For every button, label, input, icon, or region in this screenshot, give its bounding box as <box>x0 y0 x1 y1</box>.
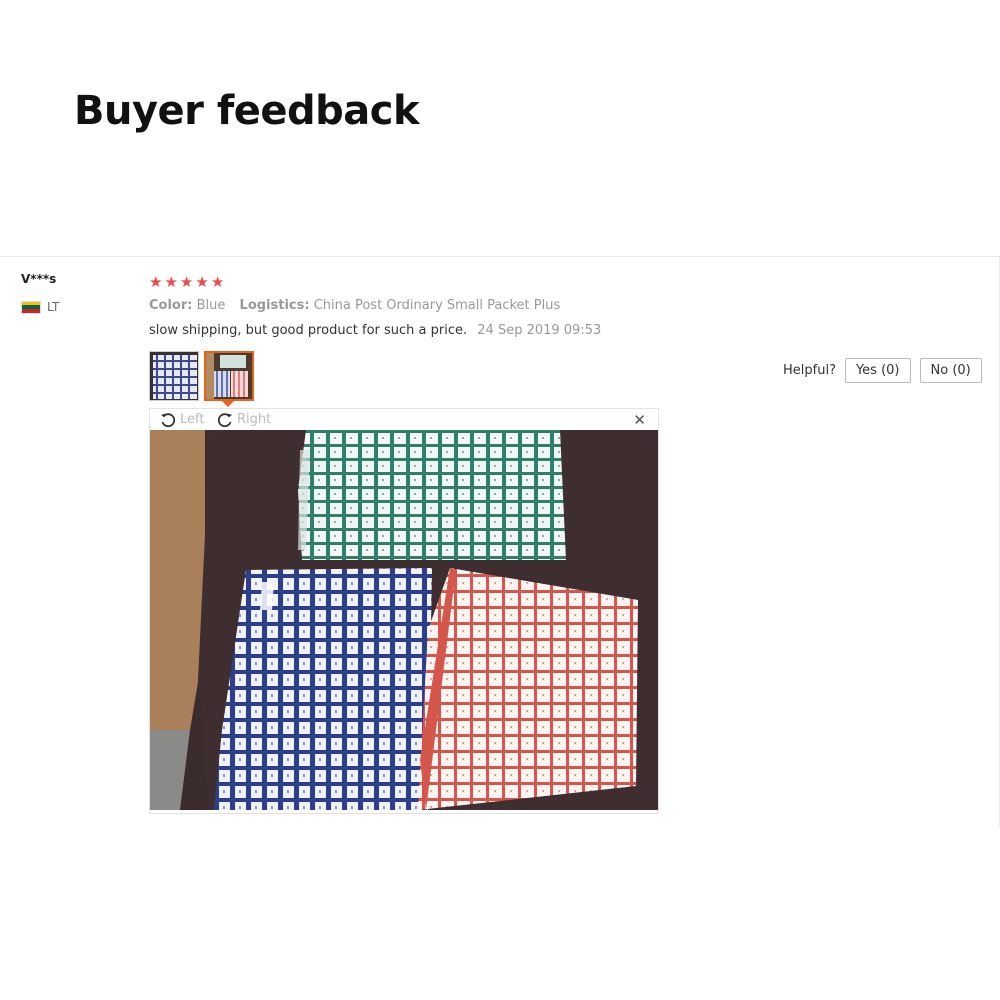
helpful-yes-button[interactable]: Yes (0) <box>844 358 911 383</box>
star-icon: ★ <box>149 273 163 291</box>
buyer-country: LT <box>21 300 59 314</box>
thumbnail-photo-1[interactable] <box>149 351 199 401</box>
rotate-right-label: Right <box>237 412 272 427</box>
lithuania-flag-icon <box>21 300 41 314</box>
page-title: Buyer feedback <box>74 88 420 134</box>
buyer-name: V***s <box>21 272 57 286</box>
star-icon: ★ <box>210 273 225 291</box>
review-date: 24 Sep 2019 09:53 <box>477 323 602 338</box>
thumbnail-photo-2[interactable] <box>204 351 254 401</box>
attr-key-color: Color: <box>149 298 193 313</box>
star-icon: ★ <box>195 273 209 291</box>
helpful-no-button[interactable]: No (0) <box>919 358 982 383</box>
helpful-label: Helpful? <box>783 363 836 378</box>
star-icon: ★ <box>164 273 178 291</box>
review-comment: slow shipping, but good product for such… <box>149 323 601 338</box>
order-attributes: Color: Blue Logistics: China Post Ordina… <box>149 298 570 313</box>
attr-value-logistics: China Post Ordinary Small Packet Plus <box>313 298 561 313</box>
helpful-vote: Helpful? Yes (0) No (0) <box>783 358 982 383</box>
attr-value-color: Blue <box>196 298 226 313</box>
active-thumbnail-caret-icon <box>222 401 234 407</box>
rotate-left-button[interactable]: Left <box>160 412 204 428</box>
rotate-left-label: Left <box>180 412 205 427</box>
photo-viewer: Left Right ✕ <box>149 408 659 814</box>
star-icon: ★ <box>179 273 194 291</box>
rotate-right-icon <box>217 412 232 427</box>
review-photo <box>150 430 658 810</box>
viewer-toolbar: Left Right ✕ <box>150 409 658 430</box>
rotate-left-icon <box>161 412 176 427</box>
close-icon[interactable]: ✕ <box>633 410 646 430</box>
comment-text: slow shipping, but good product for such… <box>149 323 468 338</box>
star-rating: ★ ★ ★ ★ ★ <box>149 274 224 290</box>
rotate-right-button[interactable]: Right <box>217 412 271 428</box>
review-thumbnails <box>149 351 254 401</box>
country-code: LT <box>47 300 60 314</box>
attr-key-logistics: Logistics: <box>239 298 310 313</box>
